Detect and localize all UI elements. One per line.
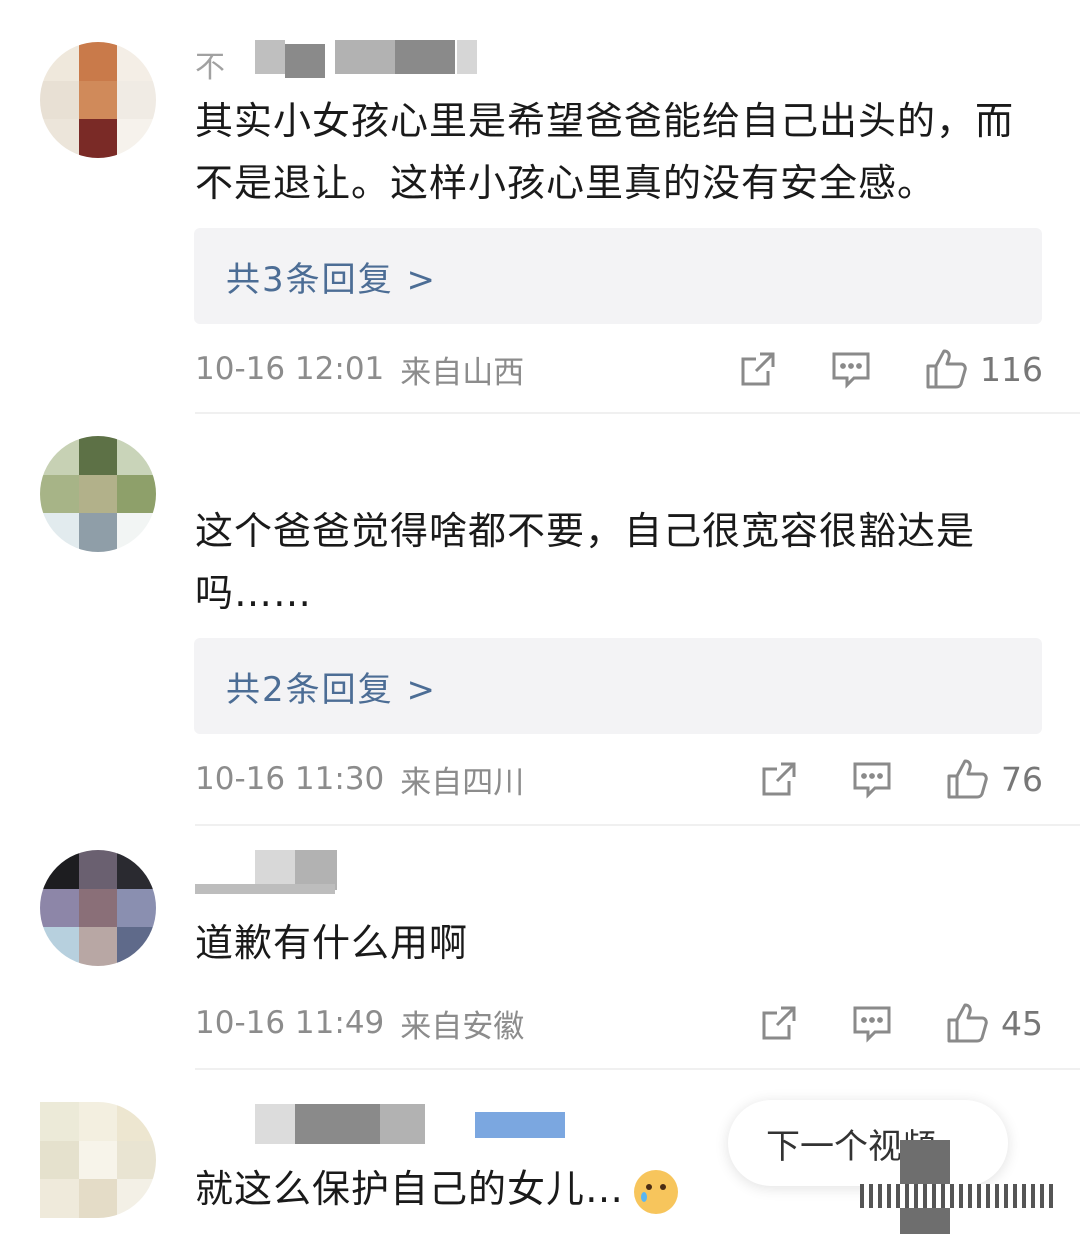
share-icon xyxy=(762,762,796,796)
timestamp: 10-16 11:49 xyxy=(195,1005,385,1041)
timestamp: 10-16 11:30 xyxy=(195,761,385,797)
view-replies-label: 共2条回复 > xyxy=(226,669,437,710)
view-replies-button[interactable]: 共2条回复 > xyxy=(194,638,1042,734)
comment-icon xyxy=(853,762,891,799)
share-button[interactable] xyxy=(738,349,778,389)
divider xyxy=(195,1068,1080,1070)
divider xyxy=(195,824,1080,826)
reply-button[interactable] xyxy=(851,1003,893,1043)
username[interactable] xyxy=(195,850,475,894)
username-text: 不 xyxy=(195,50,225,85)
location: 来自安徽 xyxy=(400,1008,525,1045)
comment-icon xyxy=(853,1006,891,1043)
like-button[interactable]: 45 xyxy=(945,1001,1043,1045)
comment-meta: 10-16 11:49 来自安徽 45 xyxy=(195,998,1043,1048)
divider xyxy=(195,412,1080,414)
like-button[interactable]: 76 xyxy=(945,757,1043,801)
reply-button[interactable] xyxy=(851,759,893,799)
avatar[interactable] xyxy=(40,850,156,966)
thumbs-up-icon xyxy=(947,759,988,799)
username[interactable]: 不 xyxy=(195,40,477,85)
avatar[interactable] xyxy=(40,436,156,552)
thumbs-up-icon xyxy=(926,349,967,389)
next-video-button[interactable]: 下一个视频 xyxy=(728,1100,1008,1186)
username[interactable] xyxy=(195,1104,575,1144)
avatar[interactable] xyxy=(40,42,156,158)
like-count: 116 xyxy=(980,349,1043,389)
share-icon xyxy=(762,1006,796,1040)
like-button[interactable]: 116 xyxy=(924,347,1043,391)
comment-text: 其实小女孩心里是希望爸爸能给自己出头的，而不是退让。这样小孩心里真的没有安全感。 xyxy=(195,99,1015,205)
comment-actions: 116 xyxy=(738,344,1043,394)
like-count: 76 xyxy=(1001,759,1043,799)
comment-text-content: 就这么保护自己的女儿… xyxy=(195,1167,625,1211)
share-button[interactable] xyxy=(759,1003,799,1043)
comment-text: 这个爸爸觉得啥都不要，自己很宽容很豁达是吗…… xyxy=(195,509,976,615)
like-count: 45 xyxy=(1001,1003,1043,1043)
location: 来自山西 xyxy=(400,354,525,391)
view-replies-label: 共3条回复 > xyxy=(226,259,437,300)
comment-meta: 10-16 12:01 来自山西 116 xyxy=(195,344,1043,394)
comment-actions: 76 xyxy=(759,754,1043,804)
reply-button[interactable] xyxy=(830,349,872,389)
share-button[interactable] xyxy=(759,759,799,799)
watermark-stripes xyxy=(860,1184,1056,1208)
comment-icon xyxy=(832,352,870,389)
crying-face-emoji xyxy=(634,1169,679,1214)
view-replies-button[interactable]: 共3条回复 > xyxy=(194,228,1042,324)
comment-text: 道歉有什么用啊 xyxy=(195,921,469,965)
avatar[interactable] xyxy=(40,1102,156,1218)
share-icon xyxy=(741,352,775,386)
thumbs-up-icon xyxy=(947,1003,988,1043)
comment-meta: 10-16 11:30 来自四川 76 xyxy=(195,754,1043,804)
comment-actions: 45 xyxy=(759,998,1043,1048)
location: 来自四川 xyxy=(400,764,525,801)
timestamp: 10-16 12:01 xyxy=(195,351,385,387)
